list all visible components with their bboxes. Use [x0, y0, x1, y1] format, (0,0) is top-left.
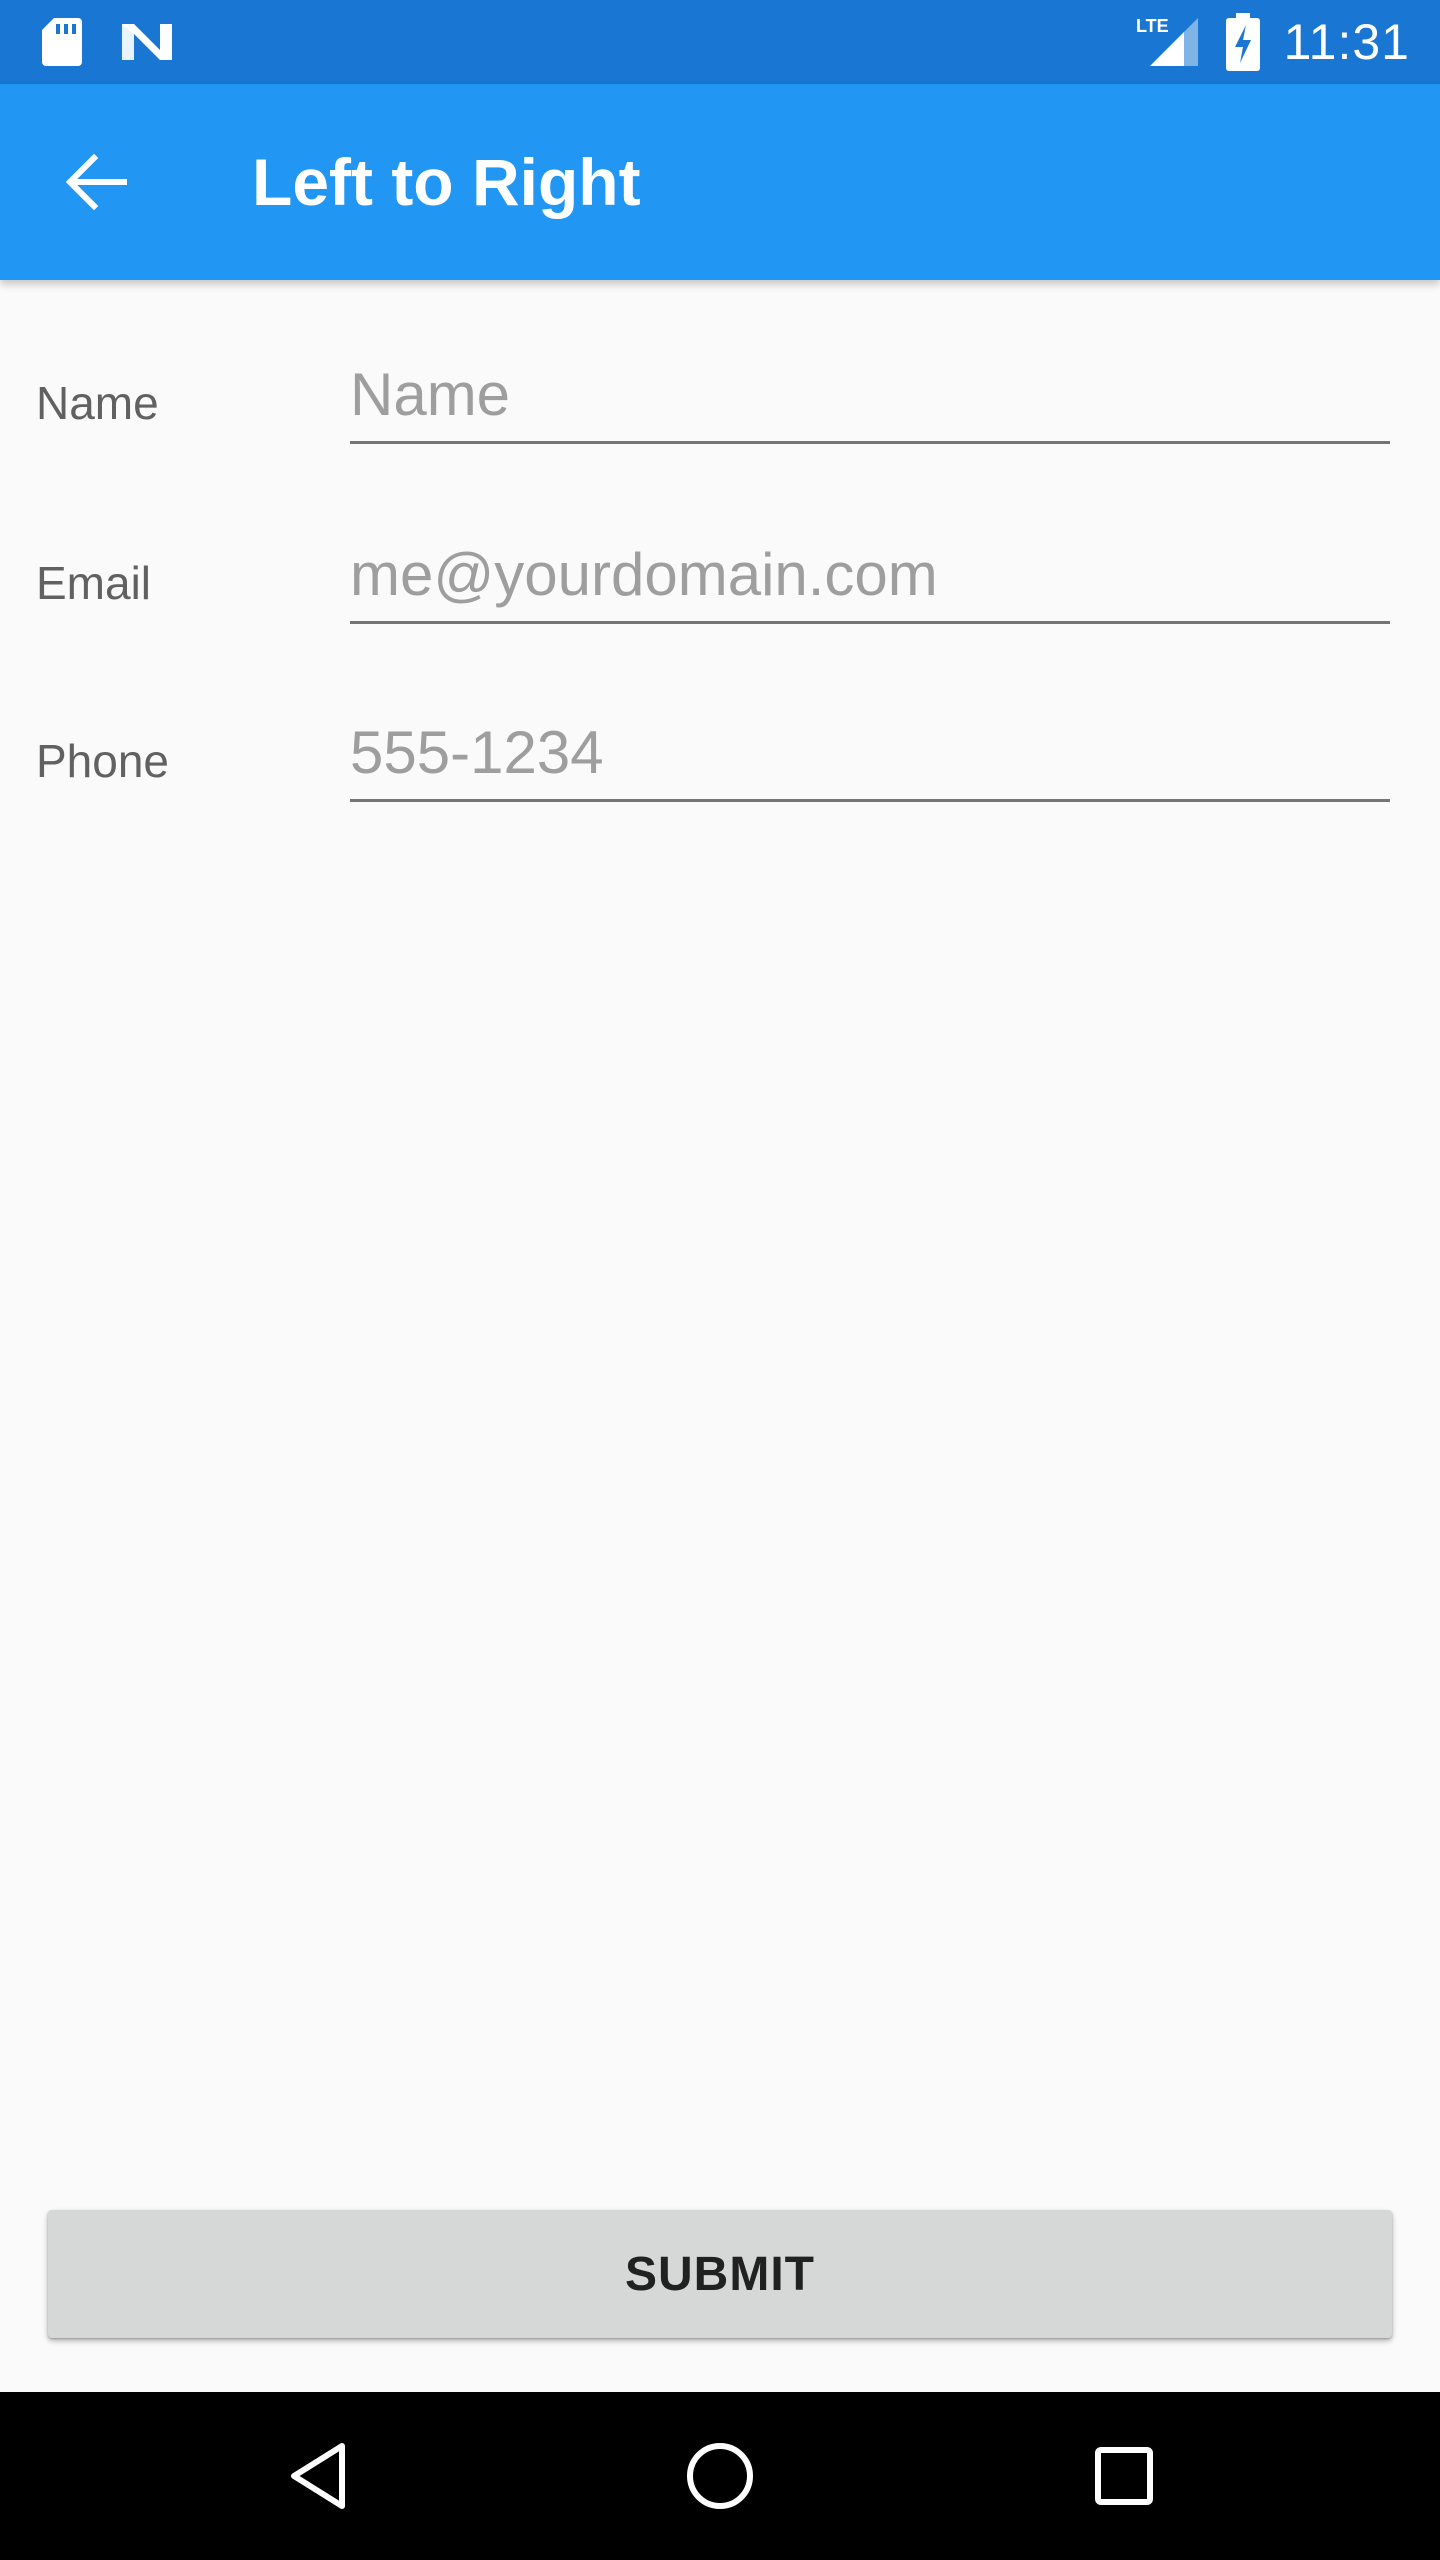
- page-title: Left to Right: [252, 145, 641, 219]
- status-right: LTE 11:31: [1136, 0, 1410, 84]
- status-bar: LTE 11:31: [0, 0, 1440, 84]
- name-label: Name: [36, 377, 159, 429]
- submit-button[interactable]: SUBMIT: [48, 2210, 1392, 2338]
- email-label: Email: [36, 557, 152, 609]
- phone-label: Phone: [36, 735, 170, 787]
- notification-n-icon: [120, 20, 174, 64]
- back-button[interactable]: [40, 134, 152, 230]
- recents-square-icon: [1094, 2446, 1154, 2506]
- lte-signal-icon: LTE: [1136, 14, 1202, 70]
- arrow-back-icon: [64, 154, 128, 210]
- status-left: [40, 14, 174, 70]
- home-circle-icon: [686, 2442, 754, 2510]
- screen: LTE 11:31 Left to Right Name Name Email …: [0, 0, 1440, 2560]
- phone-row: Phone: [0, 700, 1440, 860]
- nav-recents-button[interactable]: [1074, 2426, 1174, 2526]
- email-input[interactable]: [350, 528, 1390, 624]
- svg-text:LTE: LTE: [1136, 16, 1169, 36]
- email-row: Email: [0, 522, 1440, 682]
- phone-input[interactable]: [350, 706, 1390, 802]
- back-triangle-icon: [288, 2442, 348, 2510]
- nav-back-button[interactable]: [268, 2426, 368, 2526]
- app-bar: Left to Right: [0, 84, 1440, 280]
- sd-card-icon: [40, 16, 84, 68]
- name-row: Name: [0, 342, 1440, 502]
- nav-home-button[interactable]: [670, 2426, 770, 2526]
- battery-charging-icon: [1225, 13, 1260, 71]
- status-time: 11:31: [1283, 14, 1410, 70]
- navigation-bar: [0, 2392, 1440, 2560]
- name-input[interactable]: [350, 348, 1390, 444]
